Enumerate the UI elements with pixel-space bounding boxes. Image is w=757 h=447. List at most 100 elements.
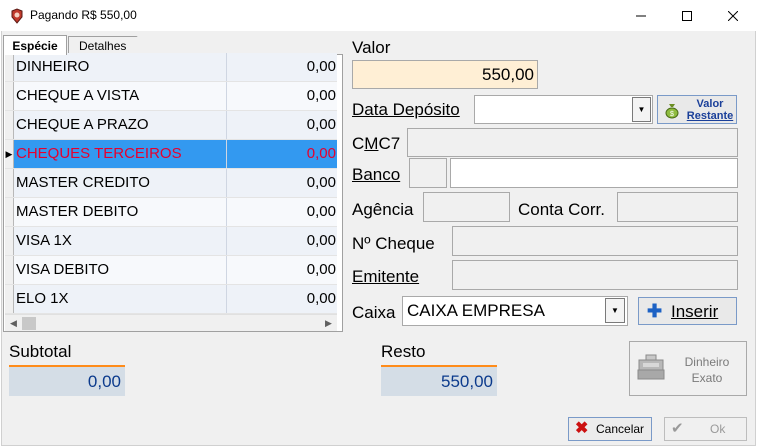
caixa-select[interactable]: CAIXA EMPRESA (402, 296, 628, 326)
emitente-input[interactable] (452, 260, 738, 290)
dinheiro-exato-button[interactable]: Dinheiro Exato (629, 341, 747, 396)
valor-restante-line-1: Valor (696, 98, 724, 110)
cash-register-icon (637, 354, 665, 380)
valor-restante-text: Valor Restante (684, 98, 736, 122)
payment-type-value[interactable]: 0,00 (307, 261, 336, 278)
scroll-left-icon[interactable]: ◀ (5, 315, 22, 332)
row-indicator[interactable] (5, 169, 14, 197)
payment-type-grid[interactable]: DINHEIRO 0,00 CHEQUE A VISTA 0,00 CHEQUE A P… (5, 53, 337, 314)
payment-type-value[interactable]: 0,00 (307, 174, 336, 191)
payment-type-value[interactable]: 0,00 (307, 203, 336, 220)
cancel-x-icon: ✖ (575, 420, 589, 437)
column-divider (226, 198, 227, 226)
minimize-icon (636, 15, 646, 16)
payment-type-value[interactable]: 0,00 (307, 232, 336, 249)
payment-type-value[interactable]: 0,00 (307, 116, 336, 133)
valor-restante-line-2: Restante (686, 110, 734, 122)
payment-type-name: CHEQUES TERCEIROS (16, 145, 182, 162)
table-row[interactable]: MASTER DEBITO 0,00 (5, 198, 337, 227)
dinheiro-exato-text: Dinheiro Exato (672, 354, 742, 386)
data-deposito-input[interactable] (474, 95, 653, 124)
row-pointer-icon[interactable]: ▶ (5, 140, 14, 168)
payment-type-name: MASTER CREDITO (16, 174, 150, 191)
valor-restante-button[interactable]: $ Valor Restante (657, 95, 737, 124)
close-icon (728, 10, 738, 21)
minimize-button[interactable] (618, 0, 664, 31)
banco-name-input[interactable] (450, 158, 738, 188)
table-row[interactable]: ▶ CHEQUES TERCEIROS 0,00 (5, 140, 337, 169)
column-divider (226, 111, 227, 139)
table-row[interactable]: CHEQUE A VISTA 0,00 (5, 82, 337, 111)
payment-type-value[interactable]: 0,00 (307, 87, 336, 104)
conta-corrente-input[interactable] (617, 192, 738, 222)
table-row[interactable]: DINHEIRO 0,00 (5, 53, 337, 82)
agencia-input[interactable] (423, 192, 510, 222)
tab-especie[interactable]: Espécie (3, 35, 67, 55)
payment-type-name: VISA 1X (16, 232, 72, 249)
cmc7-label-text: CMC7 (352, 134, 401, 153)
inserir-button[interactable]: ✚ Inserir (638, 297, 737, 325)
cancelar-button[interactable]: ✖ Cancelar (568, 417, 652, 441)
row-indicator[interactable] (5, 285, 14, 313)
column-divider (226, 82, 227, 110)
plus-icon: ✚ (647, 301, 663, 321)
row-indicator[interactable] (5, 53, 14, 81)
payment-type-value[interactable]: 0,00 (307, 290, 336, 307)
ok-label: Ok (710, 422, 726, 436)
horizontal-scrollbar[interactable]: ◀ ▶ (5, 314, 337, 331)
app-icon (9, 8, 25, 24)
svg-text:$: $ (670, 111, 674, 118)
column-divider (226, 285, 227, 313)
close-button[interactable] (710, 0, 756, 31)
row-indicator[interactable] (5, 82, 14, 110)
data-deposito-label: Data Depósito (352, 100, 460, 119)
window-title: Pagando R$ 550,00 (30, 8, 137, 22)
dinheiro-exato-line-2: Exato (691, 371, 723, 385)
payment-type-name: MASTER DEBITO (16, 203, 139, 220)
dinheiro-exato-line-1: Dinheiro (684, 355, 730, 369)
payment-type-value[interactable]: 0,00 (307, 58, 336, 75)
column-divider (226, 256, 227, 284)
row-indicator[interactable] (5, 198, 14, 226)
money-bag-icon: $ (665, 104, 679, 119)
column-divider (226, 227, 227, 255)
payment-type-name: CHEQUE A VISTA (16, 87, 140, 104)
chevron-down-icon[interactable]: ▼ (605, 298, 625, 323)
resto-label: Resto (381, 342, 426, 361)
banco-code-input[interactable] (409, 158, 447, 188)
agencia-label: Agência (352, 200, 414, 219)
cmc7-input[interactable] (407, 128, 738, 157)
table-row[interactable]: ELO 1X 0,00 (5, 285, 337, 314)
scroll-thumb[interactable] (22, 317, 36, 330)
table-row[interactable]: MASTER CREDITO 0,00 (5, 169, 337, 198)
payment-type-value[interactable]: 0,00 (307, 145, 336, 162)
row-indicator[interactable] (5, 111, 14, 139)
payment-type-name: CHEQUE A PRAZO (16, 116, 149, 133)
chevron-down-icon[interactable]: ▼ (632, 97, 651, 122)
payment-type-name: ELO 1X (16, 290, 69, 307)
table-row[interactable]: VISA 1X 0,00 (5, 227, 337, 256)
table-row[interactable]: CHEQUE A PRAZO 0,00 (5, 111, 337, 140)
cancelar-label: Cancelar (596, 422, 645, 436)
inserir-label: Inserir (671, 302, 719, 321)
emitente-label: Emitente (352, 267, 420, 286)
maximize-button[interactable] (664, 0, 710, 31)
payment-type-name: DINHEIRO (16, 58, 90, 75)
subtotal-value: 0,00 (9, 365, 125, 396)
row-indicator[interactable] (5, 256, 14, 284)
row-indicator[interactable] (5, 227, 14, 255)
table-row[interactable]: VISA DEBITO 0,00 (5, 256, 337, 285)
column-divider (226, 169, 227, 197)
scroll-right-icon[interactable]: ▶ (320, 315, 337, 332)
payment-type-name: VISA DEBITO (16, 261, 110, 278)
valor-label: Valor (352, 38, 391, 57)
maximize-icon (682, 10, 692, 21)
ok-button[interactable]: ✔ Ok (664, 417, 747, 441)
numero-cheque-label: Nº Cheque (352, 234, 435, 253)
caixa-label: Caixa (352, 303, 396, 322)
banco-label: Banco (352, 165, 401, 184)
numero-cheque-input[interactable] (452, 226, 738, 256)
valor-input[interactable]: 550,00 (352, 60, 538, 89)
column-divider (226, 140, 227, 168)
subtotal-label: Subtotal (9, 342, 72, 361)
